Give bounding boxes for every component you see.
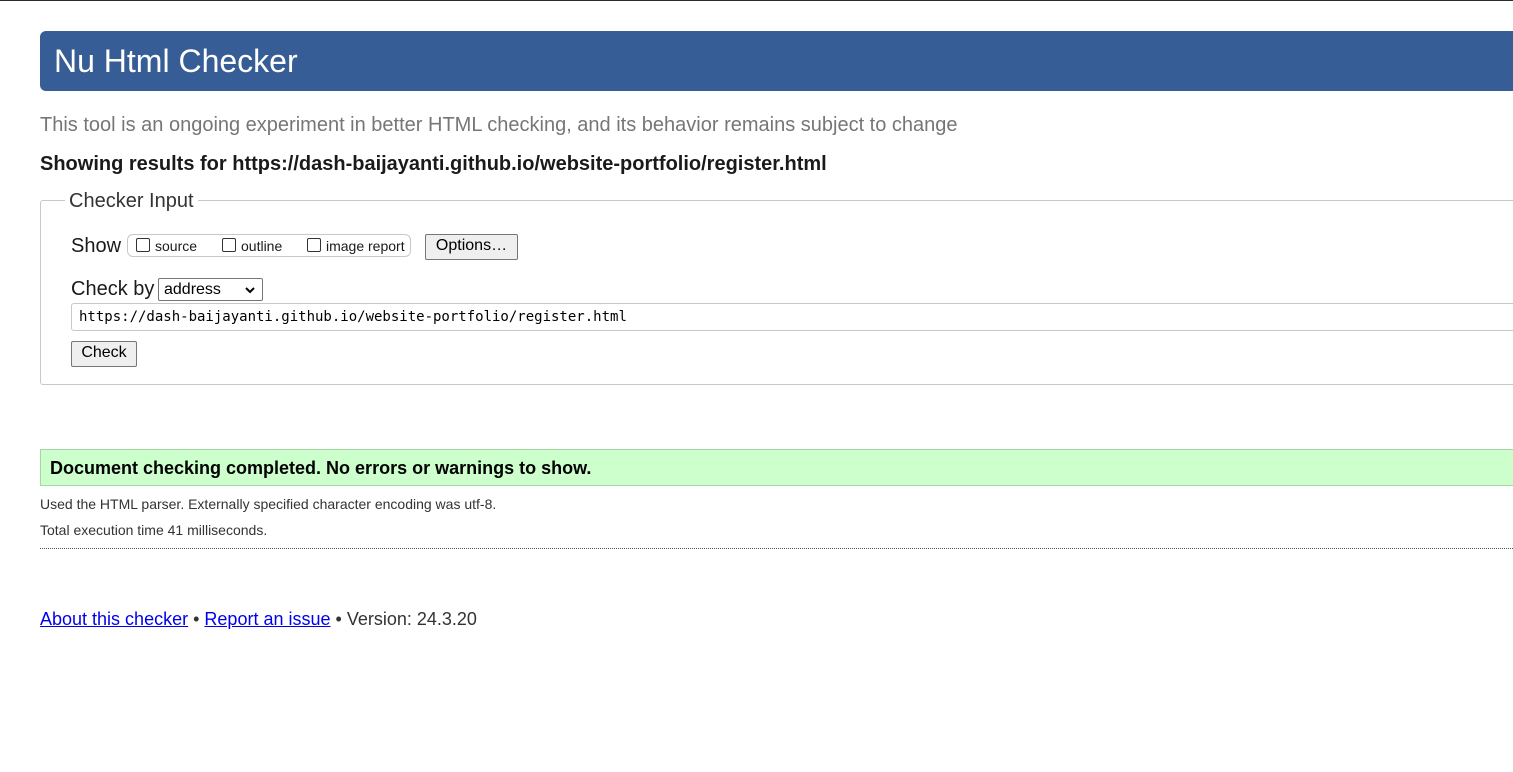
show-image-report-label: image report [326, 238, 405, 254]
chevron-down-icon [245, 287, 255, 294]
show-label: Show [71, 235, 122, 257]
parser-info: Used the HTML parser. Externally specifi… [40, 496, 497, 512]
report-issue-link[interactable]: Report an issue [204, 609, 330, 629]
show-image-report-checkbox[interactable]: image report [307, 236, 405, 256]
header-bar: Nu Html Checker [40, 31, 1513, 91]
checker-input-fieldset: Checker Input Show source outline image … [40, 189, 1513, 385]
checkbox-icon[interactable] [222, 238, 236, 252]
show-source-checkbox[interactable]: source [136, 236, 197, 256]
intro-text: This tool is an ongoing experiment in be… [40, 114, 958, 136]
footer-separator: • [193, 609, 200, 629]
footer: About this checker • Report an issue • V… [40, 607, 477, 631]
divider [40, 548, 1513, 549]
top-border [0, 0, 1513, 1]
options-button[interactable]: Options… [425, 234, 518, 260]
about-checker-link[interactable]: About this checker [40, 609, 188, 629]
results-for-heading: Showing results for https://dash-baijaya… [40, 153, 827, 175]
footer-separator: • [335, 609, 342, 629]
check-by-label: Check by [71, 278, 155, 300]
show-outline-label: outline [241, 238, 283, 254]
show-options-group: source outline image report [127, 234, 411, 257]
check-button[interactable]: Check [71, 341, 137, 367]
success-message-bar: Document checking completed. No errors o… [40, 449, 1513, 486]
checkbox-icon[interactable] [307, 238, 321, 252]
success-message: Document checking completed. No errors o… [50, 458, 592, 478]
show-source-label: source [155, 238, 198, 254]
url-input[interactable]: https://dash-baijayanti.github.io/websit… [71, 303, 1513, 331]
checker-input-legend: Checker Input [65, 189, 198, 213]
version-text: Version: 24.3.20 [346, 609, 477, 629]
page-title: Nu Html Checker [54, 43, 298, 79]
execution-time: Total execution time 41 milliseconds. [40, 522, 268, 538]
check-by-select[interactable]: address [158, 278, 263, 301]
check-by-selected-value: address [164, 281, 221, 298]
show-outline-checkbox[interactable]: outline [222, 236, 282, 256]
checkbox-icon[interactable] [136, 238, 150, 252]
